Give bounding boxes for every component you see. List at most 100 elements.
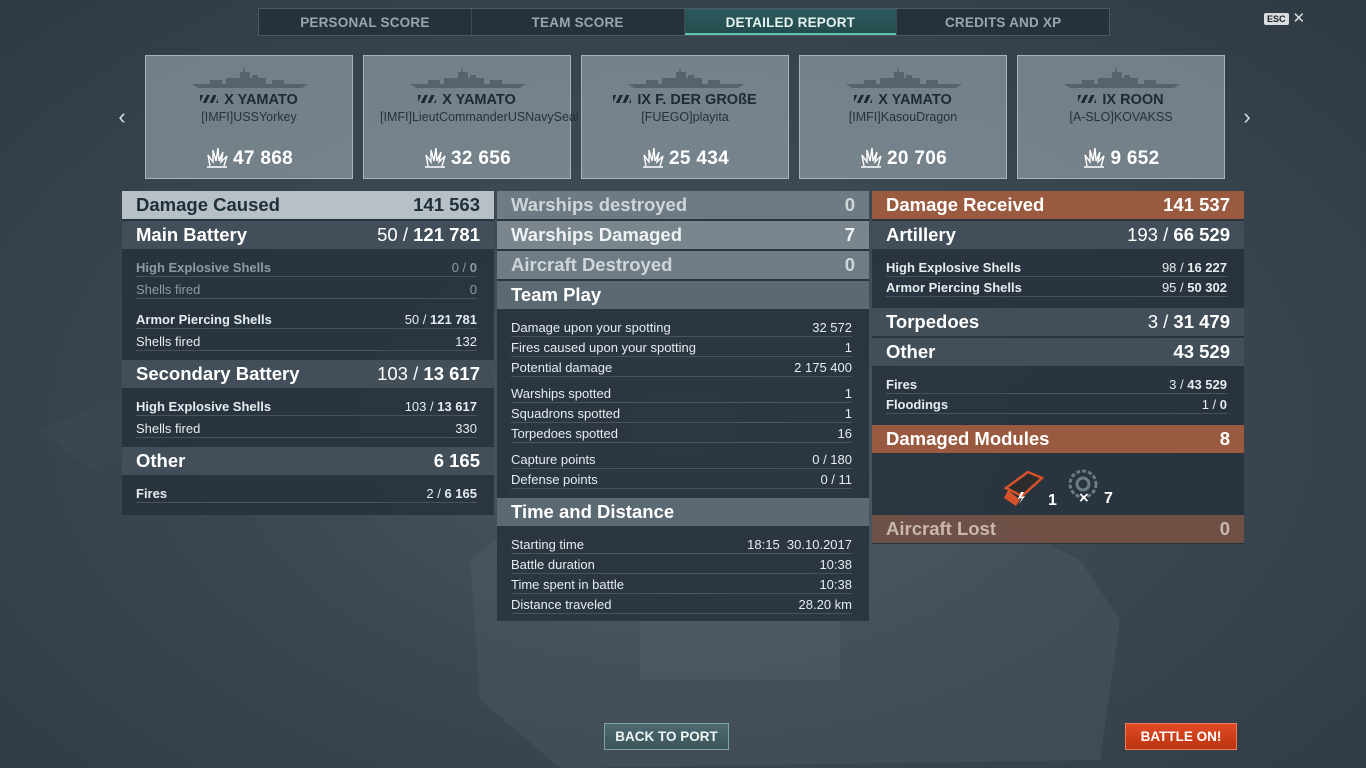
player-card[interactable]: IX F. DER GROßE [FUEGO]playita 25 434 [581,55,789,179]
warships-destroyed-value: 0 [844,194,855,215]
player-damage-value: 20 706 [887,148,947,169]
team-play-row-label: Capture points [511,451,596,467]
received-he-value: 16 227 [1187,259,1227,275]
player-card[interactable]: X YAMATO [IMFI]LieutCommanderUSNavySeal 32… [363,55,579,179]
time-distance-row-value: 18:15 30.10.2017 [747,536,852,552]
player-card[interactable]: X YAMATO [IMFI]KasouDragon 20 706 [799,55,1007,179]
time-distance-row-value: 10:38 [819,556,852,572]
player-damage-value: 32 656 [451,148,511,169]
player-damage: 25 434 [582,146,788,170]
player-name: [IMFI]USSYorkey [201,110,297,124]
artillery-hits: 193 / [1127,224,1174,245]
secondary-battery-value: 13 617 [423,363,480,384]
steering-gear-icon: × [1068,469,1098,506]
tier-flag-icon [1078,95,1097,103]
time-distance-row: Starting time 18:15 30.10.2017 [511,535,852,554]
tab-credits-and-xp[interactable]: CREDITS AND XP [897,9,1109,35]
artillery-value: 66 529 [1173,224,1230,245]
tab-detailed-report[interactable]: DETAILED REPORT [684,9,898,35]
player-card[interactable]: IX ROON [A-SLO]KOVAKSS 9 652 [1017,55,1225,179]
aircraft-destroyed-header: Aircraft Destroyed 0 [497,251,869,279]
time-distance-row-label: Time spent in battle [511,576,624,592]
warships-damaged-value: 7 [844,224,855,245]
secondary-he-fired-row: Shells fired 330 [136,419,477,438]
team-play-row-label: Fires caused upon your spotting [511,339,696,355]
back-to-port-button[interactable]: BACK TO PORT [604,723,729,750]
secondary-he-hits: 103 / [404,398,438,414]
close-button[interactable]: ESC ✕ [1264,10,1306,27]
main-he-fired-label: Shells fired [136,281,201,297]
main-ap-fired-value: 132 [455,333,477,349]
main-he-label: High Explosive Shells [136,259,272,275]
ship-name-text: IX ROON [1102,92,1164,108]
secondary-battery-label: Secondary Battery [136,363,300,384]
tab-personal-score[interactable]: PERSONAL SCORE [259,9,472,35]
team-play-row-label: Potential damage [511,359,613,375]
aircraft-destroyed-label: Aircraft Destroyed [511,254,673,275]
damage-caused-panel: Damage Caused 141 563 Main Battery 50 / … [122,191,494,515]
main-battery-label: Main Battery [136,224,248,245]
secondary-battery-hits: 103 / [377,363,424,384]
artillery-header: Artillery 193 / 66 529 [872,221,1244,249]
team-play-row: Potential damage 2 175 400 [511,358,852,377]
other-damage-value: 6 165 [433,450,480,471]
warships-damaged-header: Warships Damaged 7 [497,221,869,249]
tier-flag-icon [854,95,873,103]
received-ap-value: 50 302 [1187,279,1227,295]
team-play-row-value: 1 [844,405,852,421]
secondary-he-fired-label: Shells fired [136,420,201,436]
torpedoes-label: Torpedoes [886,311,980,332]
received-other-header: Other 43 529 [872,338,1244,366]
team-play-panel: Warships destroyed 0 Warships Damaged 7 … [497,191,869,621]
ship-name: IX ROON [1018,92,1224,108]
received-fires-hits: 3 / [1169,376,1188,392]
received-fires-value: 43 529 [1187,376,1227,392]
team-play-row: Squadrons spotted 1 [511,404,852,423]
team-play-row-label: Defense points [511,471,598,487]
damage-burst-icon [207,147,228,168]
team-play-row: Warships spotted 1 [511,384,852,403]
module-steering-gear-count: 7 [1104,490,1113,507]
team-play-row: Damage upon your spotting 32 572 [511,318,852,337]
time-distance-row-label: Starting time [511,536,584,552]
close-icon: ✕ [1292,10,1306,27]
main-ap-row: Armor Piercing Shells 50 / 121 781 [136,310,477,329]
fires-caused-label: Fires [136,485,168,501]
damage-received-panel: Damage Received 141 537 Artillery 193 / … [872,191,1244,544]
main-he-row: High Explosive Shells 0 / 0 [136,258,477,277]
ship-name-text: IX F. DER GROßE [637,92,757,108]
team-play-row-label: Damage upon your spotting [511,319,671,335]
battle-on-button[interactable]: BATTLE ON! [1125,723,1237,750]
torpedoes-value: 31 479 [1173,311,1230,332]
team-play-row-value: 32 572 [812,319,852,335]
esc-key-label: ESC [1264,13,1289,25]
next-arrow-icon[interactable]: › [1239,106,1255,128]
aircraft-lost-header: Aircraft Lost 0 [872,515,1244,543]
fires-caused-value: 6 165 [444,485,477,501]
received-he-hits: 98 / [1161,259,1188,275]
team-play-row-label: Torpedoes spotted [511,425,618,441]
torpedoes-hits: 3 / [1147,311,1174,332]
ship-name-text: X YAMATO [878,92,952,108]
damaged-modules-value: 8 [1219,428,1230,449]
team-play-row: Capture points 0 / 180 [511,450,852,469]
player-damage: 47 868 [146,146,352,170]
player-card[interactable]: X YAMATO [IMFI]USSYorkey 47 868 [145,55,353,179]
damage-received-label: Damage Received [886,194,1045,215]
main-he-value: 0 [469,259,477,275]
main-battery-header: Main Battery 50 / 121 781 [122,221,494,249]
secondary-he-label: High Explosive Shells [136,398,272,414]
secondary-he-value: 13 617 [437,398,477,414]
received-floodings-hits: 1 / [1201,396,1220,412]
player-damage-value: 9 652 [1110,148,1160,169]
player-damage: 9 652 [1018,146,1224,170]
received-floodings-value: 0 [1219,396,1227,412]
team-play-row: Fires caused upon your spotting 1 [511,338,852,357]
aircraft-lost-value: 0 [1219,518,1230,539]
secondary-he-fired-value: 330 [455,420,477,436]
damage-burst-icon [643,147,664,168]
previous-arrow-icon[interactable]: ‹ [114,106,130,128]
tab-team-score[interactable]: TEAM SCORE [472,9,685,35]
time-distance-row: Distance traveled 28.20 km [511,595,852,614]
time-distance-row: Time spent in battle 10:38 [511,575,852,594]
